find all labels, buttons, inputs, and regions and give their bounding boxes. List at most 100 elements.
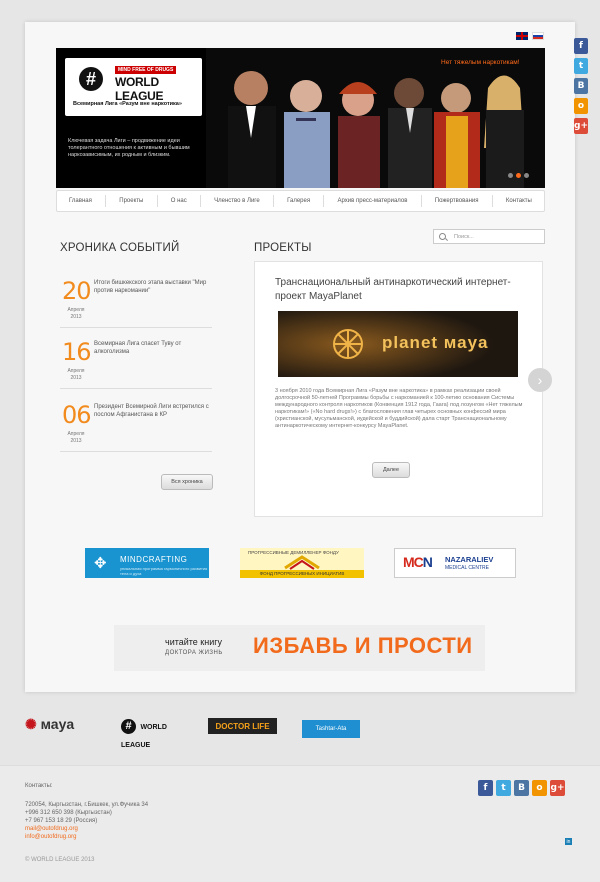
slider-dot[interactable] [508, 173, 513, 178]
google-plus-icon[interactable]: g+ [550, 780, 565, 796]
nav-item-gallery[interactable]: Галерея [287, 198, 310, 204]
all-chronicle-button[interactable]: Вся хроника [161, 474, 213, 490]
maya-logo-icon: ✺ [25, 716, 37, 732]
footer-phone-ru: +7 967 153 18 29 (Россия) [25, 818, 98, 824]
russian-flag-icon[interactable] [532, 32, 544, 40]
footer-contacts: 720054, Кыргызстан, г.Бишкек, ул.Фучика … [25, 801, 148, 841]
footer-logo-world-league[interactable]: # WORLD LEAGUE [121, 716, 183, 749]
wl-hash-icon: # [121, 719, 136, 734]
nav-item-donations[interactable]: Пожертвования [435, 198, 479, 204]
partner-mindcrafting[interactable]: ✥ MINDCRAFTING уникальная программа гарм… [85, 548, 209, 578]
nav-item-about[interactable]: О нас [171, 198, 187, 204]
event-item[interactable]: 20 Апреля 2013 Итоги бишкекского этапа вы… [60, 272, 212, 328]
vkontakte-icon[interactable]: B [574, 78, 588, 94]
book-read-text: читайте книгу [165, 637, 223, 647]
partner-nazaraliev[interactable]: MCN NAZARALIEV MEDICAL CENTRE [394, 548, 516, 578]
slider-dot-active[interactable] [516, 173, 521, 178]
event-item[interactable]: 06 Апреля 2013 Президент Всемирной Лиги в… [60, 396, 212, 452]
project-description: 3 ноября 2010 года Всемирная Лига «Разум… [275, 388, 523, 429]
nav-divider [156, 195, 158, 207]
banner-text: Ключевая задача Лиги – продвижение идеи … [68, 138, 190, 158]
event-month: Апреля 2013 [65, 307, 87, 321]
search-icon[interactable] [439, 233, 446, 240]
facebook-icon[interactable]: f [574, 38, 588, 54]
event-month: Апреля 2013 [65, 368, 87, 382]
footer-logo-mayaplanet[interactable]: ✺ маyа [25, 716, 97, 740]
event-month-name: Апреля [67, 368, 85, 374]
footer-email-info[interactable]: info@outofdrug.org [25, 833, 148, 841]
nav-divider [323, 195, 325, 207]
nazaraliev-subtitle: MEDICAL CENTRE [445, 565, 489, 571]
slider-dot[interactable] [524, 173, 529, 178]
footer-logo-tashtar-ata[interactable]: Tashtar-Ata [302, 720, 360, 738]
book-title: ИЗБАВЬ И ПРОСТИ [253, 633, 473, 658]
more-button[interactable]: Далее [372, 462, 410, 478]
project-title[interactable]: Транснациональный антинаркотический инте… [275, 276, 525, 304]
twitter-icon[interactable]: t [574, 58, 588, 74]
nazaraliev-logo-icon: MCN [403, 554, 433, 570]
projects-heading: ПРОЕКТЫ [254, 242, 312, 254]
nav-item-projects[interactable]: Проекты [119, 198, 143, 204]
nazaraliev-logo-n: N [422, 554, 433, 570]
event-day: 16 [62, 338, 92, 366]
side-social-bar: f t B o g+ [574, 38, 588, 134]
project-card: Транснациональный антинаркотический инте… [254, 261, 543, 517]
twitter-icon[interactable]: t [496, 780, 511, 796]
linkedin-icon[interactable]: in [565, 838, 572, 845]
nazaraliev-name: NAZARALIEV [445, 555, 494, 564]
hero-banner[interactable]: # MIND FREE OF DRUGS WORLD LEAGUE Всемир… [56, 48, 545, 188]
hash-logo-icon: # [79, 67, 103, 91]
facebook-icon[interactable]: f [478, 780, 493, 796]
fund-bottom-text: ФОНД ПРОГРЕССИВНЫХ ИНИЦИАТИВ [240, 570, 364, 578]
event-item[interactable]: 16 Апреля 2013 Всемирная Лига спасет Туву… [60, 333, 212, 389]
nazaraliev-logo-mc: MC [403, 554, 424, 570]
nav-divider [272, 195, 274, 207]
event-year: 2013 [70, 314, 82, 320]
event-day: 20 [62, 277, 92, 305]
chronicle-heading: ХРОНИКА СОБЫТИЙ [60, 242, 180, 254]
nav-item-membership[interactable]: Членство в Лиге [214, 198, 260, 204]
world-league-logo[interactable]: # MIND FREE OF DRUGS WORLD LEAGUE Всемир… [65, 58, 202, 116]
project-image[interactable]: planet маyа [278, 311, 518, 377]
mindcrafting-subtitle: уникальная программа гармоничного развит… [120, 566, 208, 576]
slider-dots [508, 173, 529, 178]
next-arrow-icon[interactable]: › [528, 368, 552, 392]
book-banner[interactable]: читайте книгу ДОКТОРА ЖИЗНЬ ИЗБАВЬ И ПРО… [114, 625, 485, 671]
event-title[interactable]: Всемирная Лига спасет Туву от алкоголизм… [94, 341, 214, 356]
partner-progressive-fund[interactable]: ПРОГРЕССИВНЫЕ ДЕМИЛЛЕНЕР ФОНДУ ФОНД ПРОГ… [240, 548, 364, 578]
nav-divider [105, 195, 107, 207]
nav-item-press-archive[interactable]: Архив пресс-материалов [338, 198, 408, 204]
logo-tagline: MIND FREE OF DRUGS [115, 66, 177, 74]
mindcrafting-logo-icon: ✥ [94, 555, 107, 572]
event-month-name: Апреля [67, 307, 85, 313]
footer-email-mail[interactable]: mail@outofdrug.org [25, 825, 148, 833]
vkontakte-icon[interactable]: B [514, 780, 529, 796]
logo-name: WORLD LEAGUE [115, 75, 164, 103]
english-flag-icon[interactable] [516, 32, 528, 40]
event-title[interactable]: Президент Всемирной Лиги встретился с по… [94, 404, 214, 419]
footer-logo-doctor-life[interactable]: DOCTOR LIFE [208, 718, 277, 734]
nav-item-contacts[interactable]: Контакты [506, 198, 532, 204]
main-navigation: Главная Проекты О нас Членство в Лиге Га… [56, 190, 545, 212]
event-year: 2013 [70, 375, 82, 381]
event-month-name: Апреля [67, 431, 85, 437]
event-month: Апреля 2013 [65, 431, 87, 445]
mindcrafting-name: MINDCRAFTING [120, 555, 188, 564]
odnoklassniki-icon[interactable]: o [574, 98, 588, 114]
event-day: 06 [62, 401, 92, 429]
logo-subtitle: Всемирная Лига «Разум вне наркотика» [73, 101, 182, 107]
book-author: ДОКТОРА ЖИЗНЬ [165, 650, 223, 656]
event-year: 2013 [70, 438, 82, 444]
nav-divider [420, 195, 422, 207]
nav-divider [491, 195, 493, 207]
copyright: © WORLD LEAGUE 2013 [25, 857, 95, 863]
search-input[interactable]: Поиск... [433, 229, 545, 244]
odnoklassniki-icon[interactable]: o [532, 780, 547, 796]
nav-item-home[interactable]: Главная [69, 198, 92, 204]
google-plus-icon[interactable]: g+ [574, 118, 588, 134]
footer-phone-kg: +996 312 650 398 (Кыргызстан) [25, 810, 112, 816]
mayaplanet-logo-text: planet маyа [382, 333, 489, 352]
event-title[interactable]: Итоги бишкекского этапа выставки "Мир пр… [94, 280, 214, 295]
maya-logo-text: маyа [40, 716, 75, 732]
footer-address: 720054, Кыргызстан, г.Бишкек, ул.Фучика … [25, 802, 149, 808]
